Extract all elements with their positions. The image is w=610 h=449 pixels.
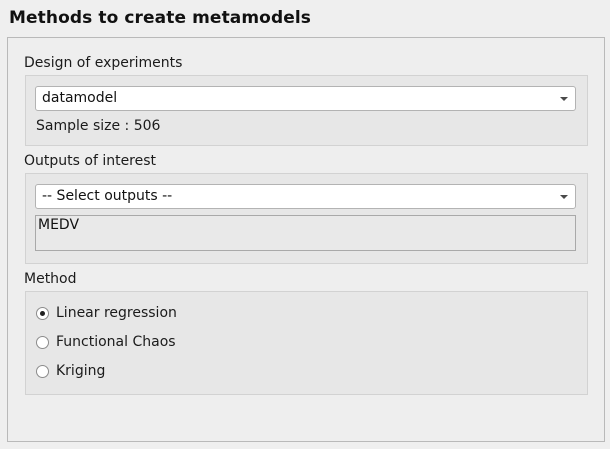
select-outputs-placeholder: -- Select outputs --: [42, 188, 173, 204]
chevron-down-icon: [560, 97, 568, 101]
list-item: MEDV: [38, 217, 80, 233]
page-title: Methods to create metamodels: [9, 8, 312, 28]
outputs-of-interest-label: Outputs of interest: [24, 153, 157, 169]
radio-button[interactable]: [36, 336, 49, 349]
design-of-experiments-combobox[interactable]: datamodel: [35, 86, 576, 111]
radio-label: Linear regression: [56, 305, 177, 321]
radio-label: Functional Chaos: [56, 334, 176, 350]
sample-size-text: Sample size : 506: [36, 118, 161, 134]
radio-label: Kriging: [56, 363, 106, 379]
selected-outputs-list[interactable]: MEDV: [35, 215, 576, 251]
chevron-down-icon: [560, 195, 568, 199]
radio-button-checked[interactable]: [36, 307, 49, 320]
design-of-experiments-label: Design of experiments: [24, 55, 183, 71]
select-outputs-combobox[interactable]: -- Select outputs --: [35, 184, 576, 209]
radio-dot-icon: [40, 311, 45, 316]
radio-button[interactable]: [36, 365, 49, 378]
method-label: Method: [24, 271, 77, 287]
design-of-experiments-selected: datamodel: [42, 90, 118, 106]
